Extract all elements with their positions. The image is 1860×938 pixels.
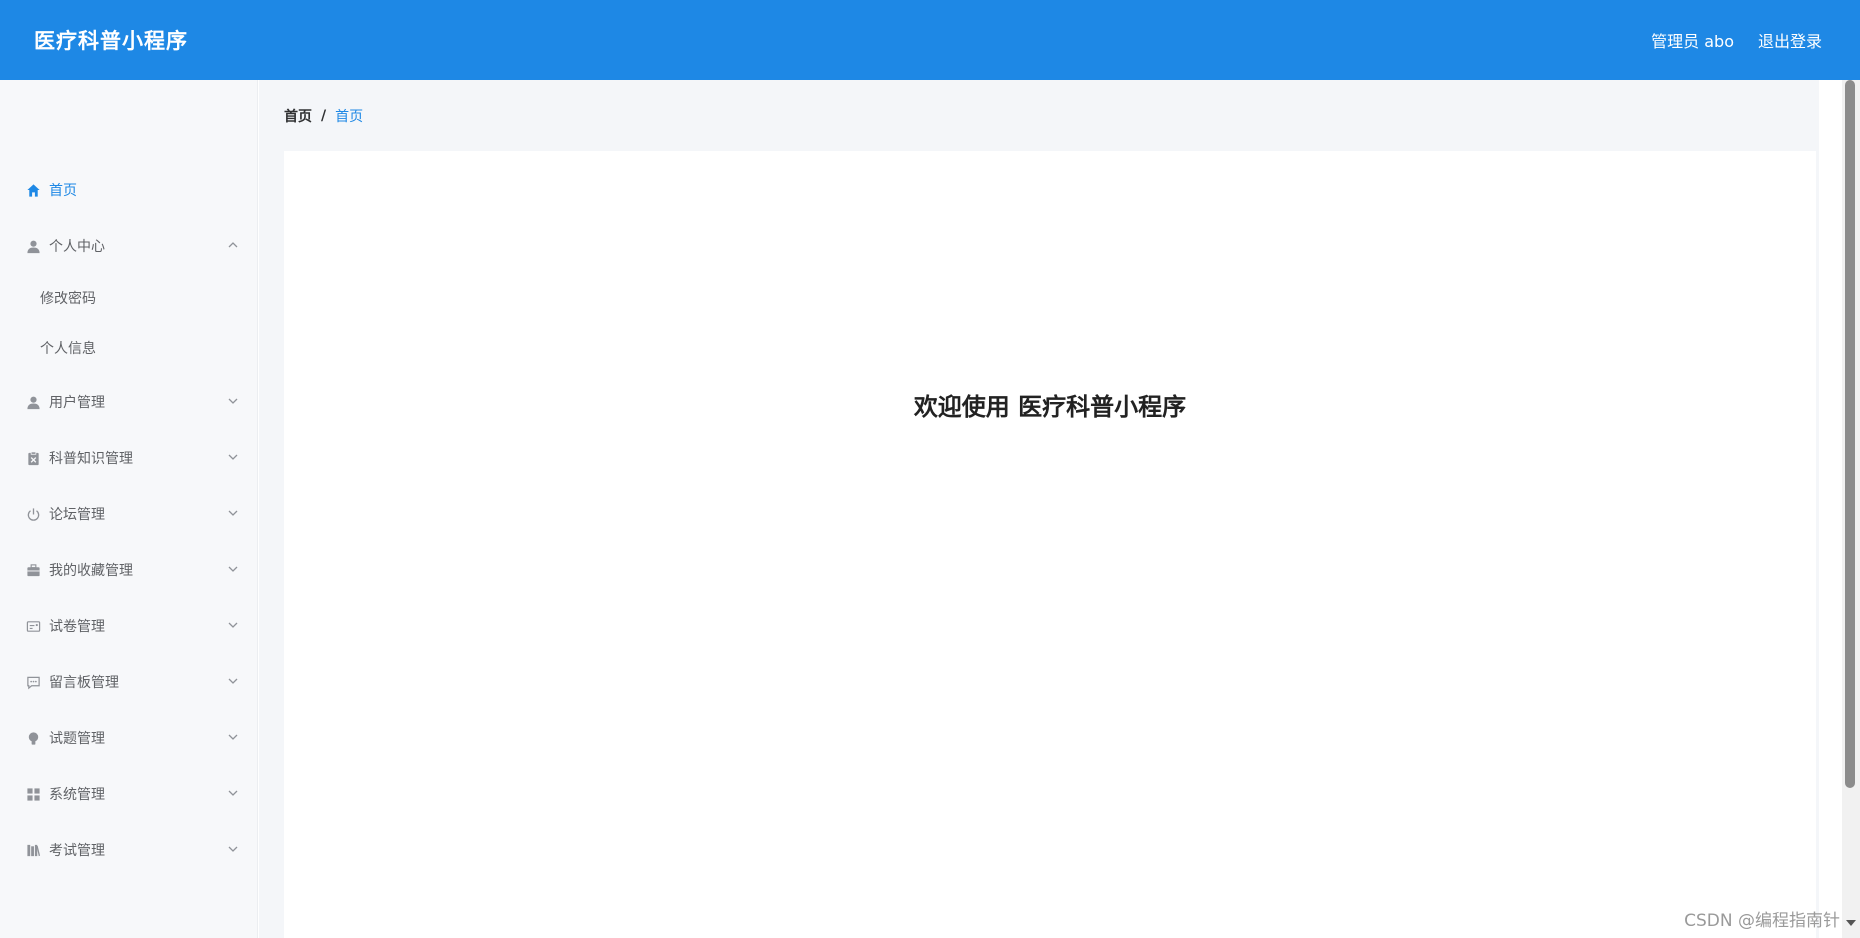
logout-button[interactable]: 退出登录: [1758, 28, 1822, 52]
top-header: 医疗科普小程序 管理员 abo 退出登录: [0, 0, 1860, 80]
breadcrumb-current: 首页: [335, 109, 364, 125]
sidebar-item-label: 首页: [49, 183, 77, 199]
sidebar-item-label: 留言板管理: [49, 675, 119, 691]
bulb-icon: [24, 729, 42, 747]
sidebar-item-personal-center[interactable]: 个人中心: [0, 226, 258, 266]
sidebar-item-label: 科普知识管理: [49, 451, 133, 467]
sidebar-item-favorites-management[interactable]: 我的收藏管理: [0, 550, 258, 590]
user-icon: [24, 237, 42, 255]
sidebar-item-forum-management[interactable]: 论坛管理: [0, 494, 258, 534]
home-icon: [24, 181, 42, 199]
welcome-heading: 欢迎使用 医疗科普小程序: [913, 393, 1187, 421]
chevron-down-icon: [228, 790, 238, 796]
header-actions: 管理员 abo 退出登录: [1651, 28, 1822, 52]
current-user-label[interactable]: 管理员 abo: [1651, 28, 1734, 52]
sidebar-item-label: 系统管理: [49, 787, 105, 803]
sidebar-subitem-change-password[interactable]: 修改密码: [0, 278, 258, 318]
sidebar-item-label: 论坛管理: [49, 507, 105, 523]
chevron-down-icon: [228, 622, 238, 628]
sidebar-item-label: 考试管理: [49, 843, 105, 859]
chevron-down-icon: [228, 678, 238, 684]
sidebar-item-system-management[interactable]: 系统管理: [0, 774, 258, 814]
sidebar-item-message-board-management[interactable]: 留言板管理: [0, 662, 258, 702]
sidebar-subitem-personal-info[interactable]: 个人信息: [0, 328, 258, 368]
briefcase-icon: [24, 561, 42, 579]
sidebar-subitem-label: 个人信息: [40, 341, 96, 357]
chevron-down-icon: [228, 734, 238, 740]
chevron-up-icon: [228, 242, 238, 248]
sidebar-item-user-management[interactable]: 用户管理: [0, 382, 258, 422]
sidebar: 首页 个人中心 修改密码 个人信息 用户管理 科普知识管理 论坛管理 我的收藏管…: [0, 80, 258, 938]
sidebar-item-exam-paper-management[interactable]: 试卷管理: [0, 606, 258, 646]
card-icon: [24, 617, 42, 635]
welcome-card: 欢迎使用 医疗科普小程序: [284, 151, 1816, 938]
chevron-down-icon: [228, 566, 238, 572]
sidebar-item-exam-management[interactable]: 考试管理: [0, 830, 258, 870]
sidebar-item-home[interactable]: 首页: [0, 170, 258, 210]
chevron-down-icon: [228, 510, 238, 516]
sidebar-item-label: 个人中心: [49, 239, 105, 255]
chevron-down-icon: [228, 846, 238, 852]
breadcrumb: 首页 / 首页: [284, 105, 363, 127]
power-icon: [24, 505, 42, 523]
chevron-down-icon: [228, 398, 238, 404]
chat-icon: [24, 673, 42, 691]
page-scrollbar-thumb[interactable]: [1845, 80, 1855, 788]
grid-icon: [24, 785, 42, 803]
user-icon: [24, 393, 42, 411]
chevron-down-icon: [228, 454, 238, 460]
sidebar-subitem-label: 修改密码: [40, 291, 96, 307]
books-icon: [24, 841, 42, 859]
app-title: 医疗科普小程序: [34, 29, 188, 53]
sidebar-item-label: 试题管理: [49, 731, 105, 747]
sidebar-item-knowledge-management[interactable]: 科普知识管理: [0, 438, 258, 478]
watermark: CSDN @编程指南针: [1684, 911, 1840, 931]
breadcrumb-separator: /: [321, 108, 327, 124]
sidebar-item-label: 用户管理: [49, 395, 105, 411]
clipboard-icon: [24, 449, 42, 467]
scroll-down-arrow-icon[interactable]: [1845, 918, 1857, 928]
sidebar-item-label: 我的收藏管理: [49, 563, 133, 579]
breadcrumb-home[interactable]: 首页: [284, 106, 312, 126]
sidebar-item-label: 试卷管理: [49, 619, 105, 635]
sidebar-item-question-management[interactable]: 试题管理: [0, 718, 258, 758]
